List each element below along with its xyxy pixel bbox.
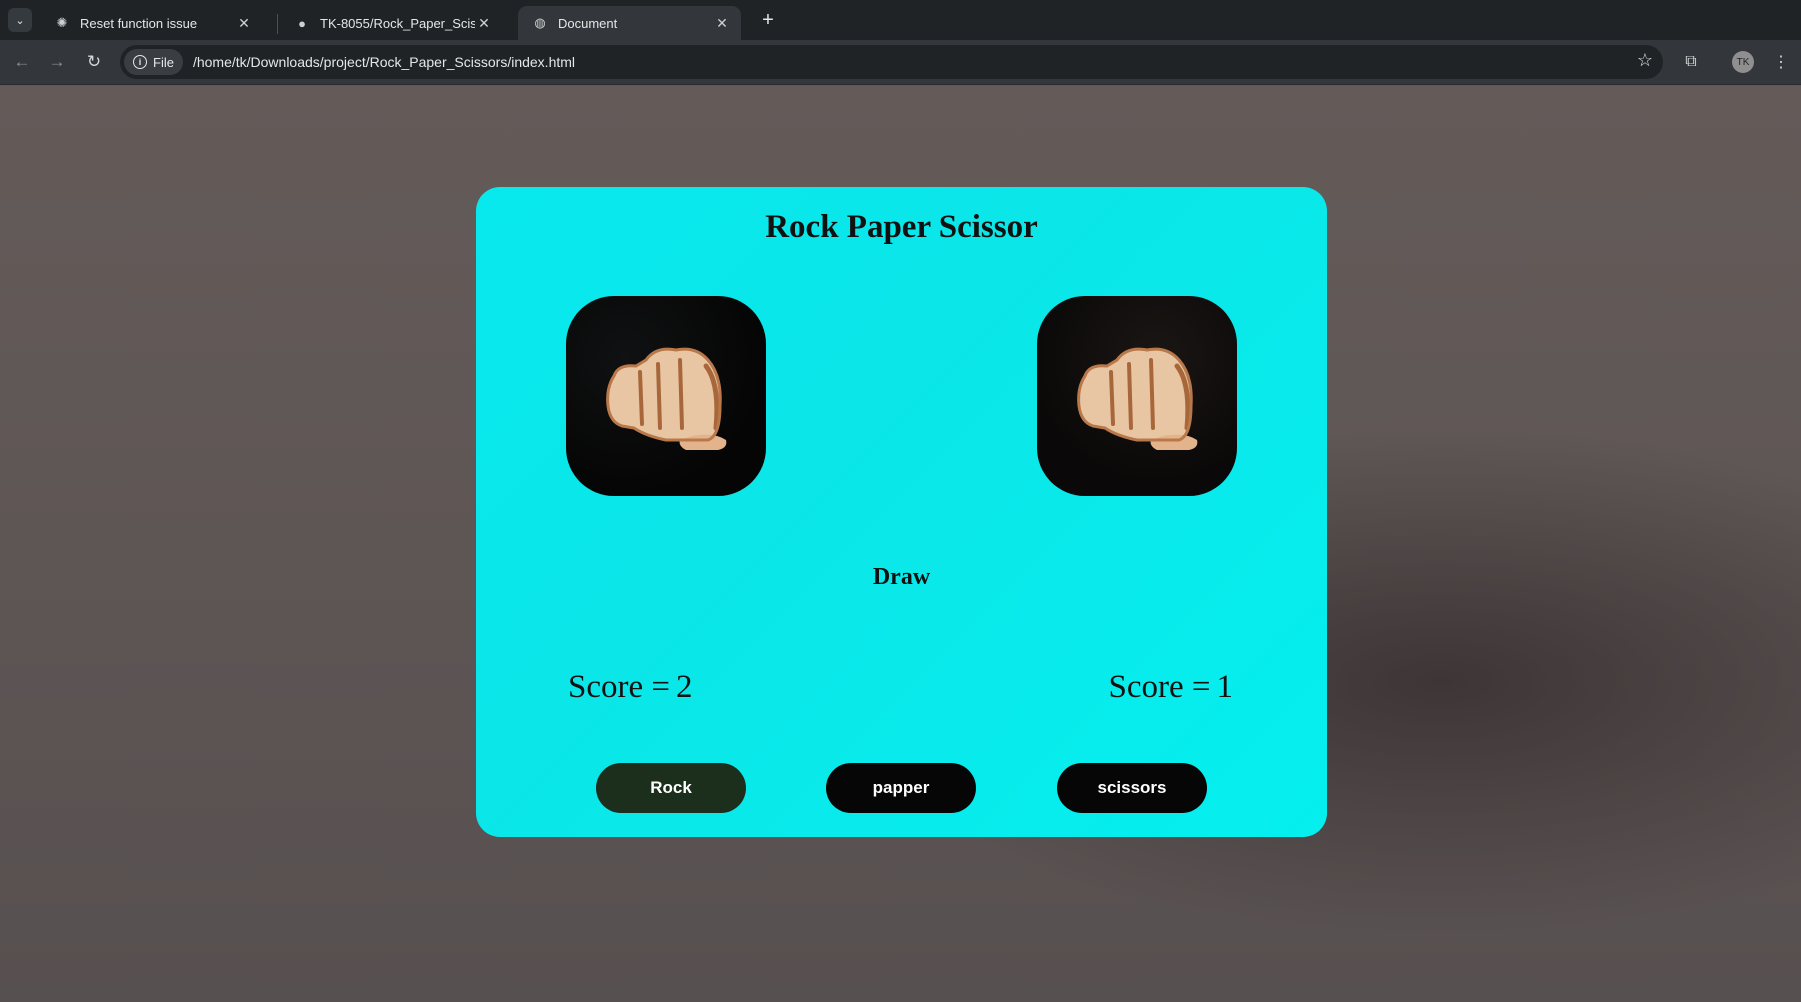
- score-value: 2: [676, 669, 693, 705]
- tab-title: TK-8055/Rock_Paper_Scisso: [320, 15, 475, 31]
- chevron-down-icon: ⌄: [15, 14, 25, 27]
- tab-github-repo[interactable]: ● TK-8055/Rock_Paper_Scisso ✕: [280, 6, 503, 40]
- bookmark-star-icon[interactable]: ☆: [1637, 50, 1653, 71]
- score-label: Score =: [1108, 669, 1211, 705]
- plus-icon: +: [762, 8, 774, 31]
- close-icon[interactable]: ✕: [713, 14, 731, 32]
- close-icon[interactable]: ✕: [235, 14, 253, 32]
- close-icon[interactable]: ✕: [475, 14, 493, 32]
- url-text[interactable]: /home/tk/Downloads/project/Rock_Paper_Sc…: [193, 54, 575, 70]
- tab-reset-function-issue[interactable]: ✺ Reset function issue ✕: [40, 6, 263, 40]
- page-title: Rock Paper Scissor: [765, 209, 1038, 245]
- score-value: 1: [1216, 669, 1234, 705]
- tab-document[interactable]: ◍ Document ✕: [518, 6, 741, 40]
- github-icon: ●: [298, 15, 306, 31]
- fist-icon: [606, 347, 727, 450]
- tab-title: Reset function issue: [80, 15, 198, 31]
- arrow-left-icon: ←: [13, 52, 31, 71]
- result-message: Draw: [872, 564, 931, 590]
- paper-button[interactable]: papper: [826, 763, 976, 813]
- score-label: Score =: [568, 669, 670, 705]
- site-info-chip[interactable]: i File: [124, 49, 183, 75]
- page-viewport: Rock Paper Scissor Draw Score = 2 Score …: [0, 86, 1801, 1002]
- scissors-button[interactable]: scissors: [1057, 763, 1207, 813]
- computer-score: Score = 1: [1109, 669, 1234, 706]
- arrow-right-icon: →: [48, 52, 66, 71]
- fist-icon: [1077, 347, 1198, 450]
- back-button[interactable]: ←: [11, 51, 33, 73]
- new-tab-button[interactable]: +: [758, 9, 778, 31]
- computer-choice-box: [1037, 296, 1237, 496]
- avatar[interactable]: TK: [1732, 51, 1754, 73]
- address-bar[interactable]: i File /home/tk/Downloads/project/Rock_P…: [120, 45, 1663, 79]
- openai-icon: ✺: [56, 15, 68, 30]
- tab-search-button[interactable]: ⌄: [8, 8, 32, 32]
- avatar-initials: TK: [1736, 56, 1750, 68]
- forward-button[interactable]: →: [46, 51, 68, 73]
- info-icon: i: [133, 55, 147, 69]
- reload-icon: ↻: [86, 52, 102, 71]
- tab-separator: [277, 14, 278, 34]
- menu-icon[interactable]: ⋮: [1770, 51, 1792, 73]
- player-score: Score = 2: [568, 669, 693, 706]
- game-card: Rock Paper Scissor Draw Score = 2 Score …: [476, 187, 1327, 837]
- rock-button[interactable]: Rock: [596, 763, 746, 813]
- tab-title: Document: [558, 15, 618, 31]
- player-choice-box: [566, 296, 766, 496]
- reload-button[interactable]: ↻: [83, 51, 105, 73]
- browser-toolbar: ← → ↻ i File /home/tk/Downloads/project/…: [0, 40, 1801, 85]
- chip-label: File: [153, 54, 174, 70]
- extensions-icon[interactable]: ⧉: [1680, 51, 1702, 73]
- globe-icon: ◍: [534, 15, 546, 30]
- browser-tab-bar: ⌄ ✺ Reset function issue ✕ ● TK-8055/Roc…: [0, 0, 1801, 40]
